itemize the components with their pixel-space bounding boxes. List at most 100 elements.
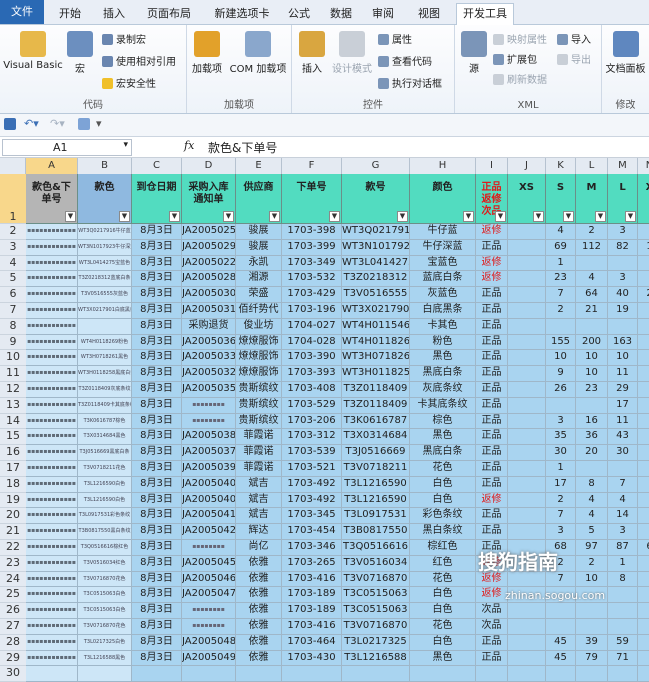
header-cell-H[interactable]: 颜色 ▼ — [410, 174, 476, 224]
row-header[interactable]: 11 — [0, 366, 27, 382]
cell-H[interactable]: 白色 — [410, 634, 476, 651]
cell-C[interactable]: 8月3日 — [132, 508, 182, 525]
cell-G[interactable]: T3L1216588 — [342, 650, 410, 667]
cell-B[interactable]: T3V0716870花色 — [78, 571, 132, 588]
cell-N[interactable] — [638, 524, 649, 540]
cell-J[interactable] — [508, 429, 546, 446]
cell-J[interactable] — [508, 476, 546, 493]
cell-A[interactable]: ▪▪▪▪▪▪▪▪▪▪▪▪ — [26, 224, 78, 240]
cell-G[interactable]: T3V0716870 — [342, 571, 410, 588]
row-header[interactable]: 9 — [0, 334, 27, 351]
row-header-1[interactable]: 1 — [0, 174, 27, 224]
cell-K[interactable]: 45 — [546, 650, 576, 667]
tab-page-layout[interactable]: 页面布局 — [140, 4, 198, 24]
cell-H[interactable]: 花色 — [410, 571, 476, 588]
cell-M[interactable] — [608, 587, 638, 604]
cell-H[interactable]: 卡其色 — [410, 318, 476, 335]
map-properties-button[interactable]: 映射属性 — [493, 31, 547, 46]
cell-A[interactable]: ▪▪▪▪▪▪▪▪▪▪▪▪ — [26, 540, 78, 556]
cell-I[interactable]: 正品 — [476, 239, 508, 256]
cell-B[interactable]: T3L1216590白色 — [78, 492, 132, 509]
row-header[interactable]: 27 — [0, 619, 27, 635]
cell-C[interactable]: 8月3日 — [132, 271, 182, 288]
column-header-C[interactable]: C — [132, 158, 182, 175]
cell-L[interactable]: 4 — [576, 508, 608, 525]
cell-A[interactable]: ▪▪▪▪▪▪▪▪▪▪▪▪ — [26, 445, 78, 461]
cell-B[interactable]: WT3Q0217916牛仔蓝 — [78, 224, 132, 240]
cell-F[interactable]: 1703-539 — [282, 445, 342, 461]
cell-B[interactable]: T3C0515063白色 — [78, 587, 132, 604]
cell-K[interactable]: 1 — [546, 255, 576, 272]
cell-M[interactable]: 11 — [608, 366, 638, 382]
save-icon[interactable] — [4, 118, 16, 130]
cell-D[interactable] — [182, 666, 236, 682]
cell-C[interactable]: 8月3日 — [132, 224, 182, 240]
cell-M[interactable]: 14 — [608, 508, 638, 525]
cell-J[interactable] — [508, 508, 546, 525]
cell-D[interactable]: ▪▪▪▪▪▪▪▪ — [182, 540, 236, 556]
cell-F[interactable]: 1703-312 — [282, 429, 342, 446]
cell-F[interactable]: 1703-265 — [282, 555, 342, 572]
row-header[interactable]: 7 — [0, 303, 27, 319]
cell-D[interactable]: ▪▪▪▪▪▪▪▪ — [182, 397, 236, 414]
cell-A[interactable]: ▪▪▪▪▪▪▪▪▪▪▪▪ — [26, 366, 78, 382]
doc-panel-button[interactable]: 文档面板 — [602, 31, 649, 75]
cell-A[interactable]: ▪▪▪▪▪▪▪▪▪▪▪▪ — [26, 413, 78, 430]
filter-dropdown-icon[interactable]: ▼ — [625, 211, 636, 222]
cell-L[interactable]: 20 — [576, 445, 608, 461]
cell-L[interactable]: 36 — [576, 429, 608, 446]
cell-B[interactable]: WT4H0118269粉色 — [78, 334, 132, 351]
cell-N[interactable] — [638, 350, 649, 367]
cell-F[interactable]: 1703-416 — [282, 571, 342, 588]
row-header[interactable]: 24 — [0, 571, 27, 588]
cell-H[interactable]: 灰蓝色 — [410, 287, 476, 303]
cell-C[interactable]: 8月3日 — [132, 492, 182, 509]
cell-L[interactable]: 79 — [576, 650, 608, 667]
row-header[interactable]: 16 — [0, 445, 27, 461]
cell-I[interactable]: 正品 — [476, 429, 508, 446]
cell-C[interactable]: 8月3日 — [132, 650, 182, 667]
cell-J[interactable] — [508, 366, 546, 382]
cell-E[interactable]: 俊业坊 — [236, 318, 282, 335]
cell-H[interactable]: 花色 — [410, 461, 476, 477]
cell-M[interactable]: 40 — [608, 287, 638, 303]
cell-M[interactable]: 3 — [608, 271, 638, 288]
cell-D[interactable]: JA2005046 — [182, 571, 236, 588]
header-cell-F[interactable]: 下单号 ▼ — [282, 174, 342, 224]
cell-C[interactable]: 8月3日 — [132, 255, 182, 272]
cell-C[interactable]: 8月3日 — [132, 366, 182, 382]
cell-D[interactable]: JA2005042 — [182, 524, 236, 540]
cell-E[interactable]: 斌吉 — [236, 476, 282, 493]
cell-B[interactable]: T3L0917531彩色条纹 — [78, 508, 132, 525]
header-cell-B[interactable]: 款色 ▼ — [78, 174, 132, 224]
cell-A[interactable]: ▪▪▪▪▪▪▪▪▪▪▪▪ — [26, 318, 78, 335]
cell-G[interactable]: WT3L0414275 — [342, 255, 410, 272]
row-header[interactable]: 14 — [0, 413, 27, 430]
cell-H[interactable]: 黑色 — [410, 650, 476, 667]
filter-dropdown-icon[interactable]: ▼ — [329, 211, 340, 222]
cell-J[interactable] — [508, 603, 546, 619]
cell-L[interactable]: 39 — [576, 634, 608, 651]
cell-I[interactable]: 正品 — [476, 445, 508, 461]
cell-D[interactable]: JA2005033 — [182, 350, 236, 367]
row-header[interactable]: 26 — [0, 603, 27, 619]
cell-B[interactable]: T3Z0118409灰底条纹 — [78, 382, 132, 398]
cell-C[interactable]: 8月3日 — [132, 413, 182, 430]
cell-H[interactable]: 蓝底白条 — [410, 271, 476, 288]
cell-L[interactable]: 2 — [576, 555, 608, 572]
cell-D[interactable]: JA2005038 — [182, 429, 236, 446]
cell-M[interactable]: 17 — [608, 397, 638, 414]
cell-E[interactable]: 菲霞诺 — [236, 445, 282, 461]
cell-A[interactable]: ▪▪▪▪▪▪▪▪▪▪▪▪ — [26, 334, 78, 351]
row-header[interactable]: 6 — [0, 287, 27, 303]
cell-C[interactable]: 8月3日 — [132, 445, 182, 461]
undo-icon[interactable]: ↶▾ — [24, 117, 39, 130]
cell-M[interactable]: 29 — [608, 382, 638, 398]
cell-C[interactable]: 8月3日 — [132, 634, 182, 651]
export-button[interactable]: 导出 — [557, 51, 591, 66]
column-header-I[interactable]: I — [476, 158, 508, 175]
tab-formulas[interactable]: 公式 — [284, 4, 314, 24]
design-mode-button[interactable]: 设计模式 — [330, 31, 374, 75]
cell-C[interactable] — [132, 666, 182, 682]
cell-E[interactable]: 骏展 — [236, 239, 282, 256]
